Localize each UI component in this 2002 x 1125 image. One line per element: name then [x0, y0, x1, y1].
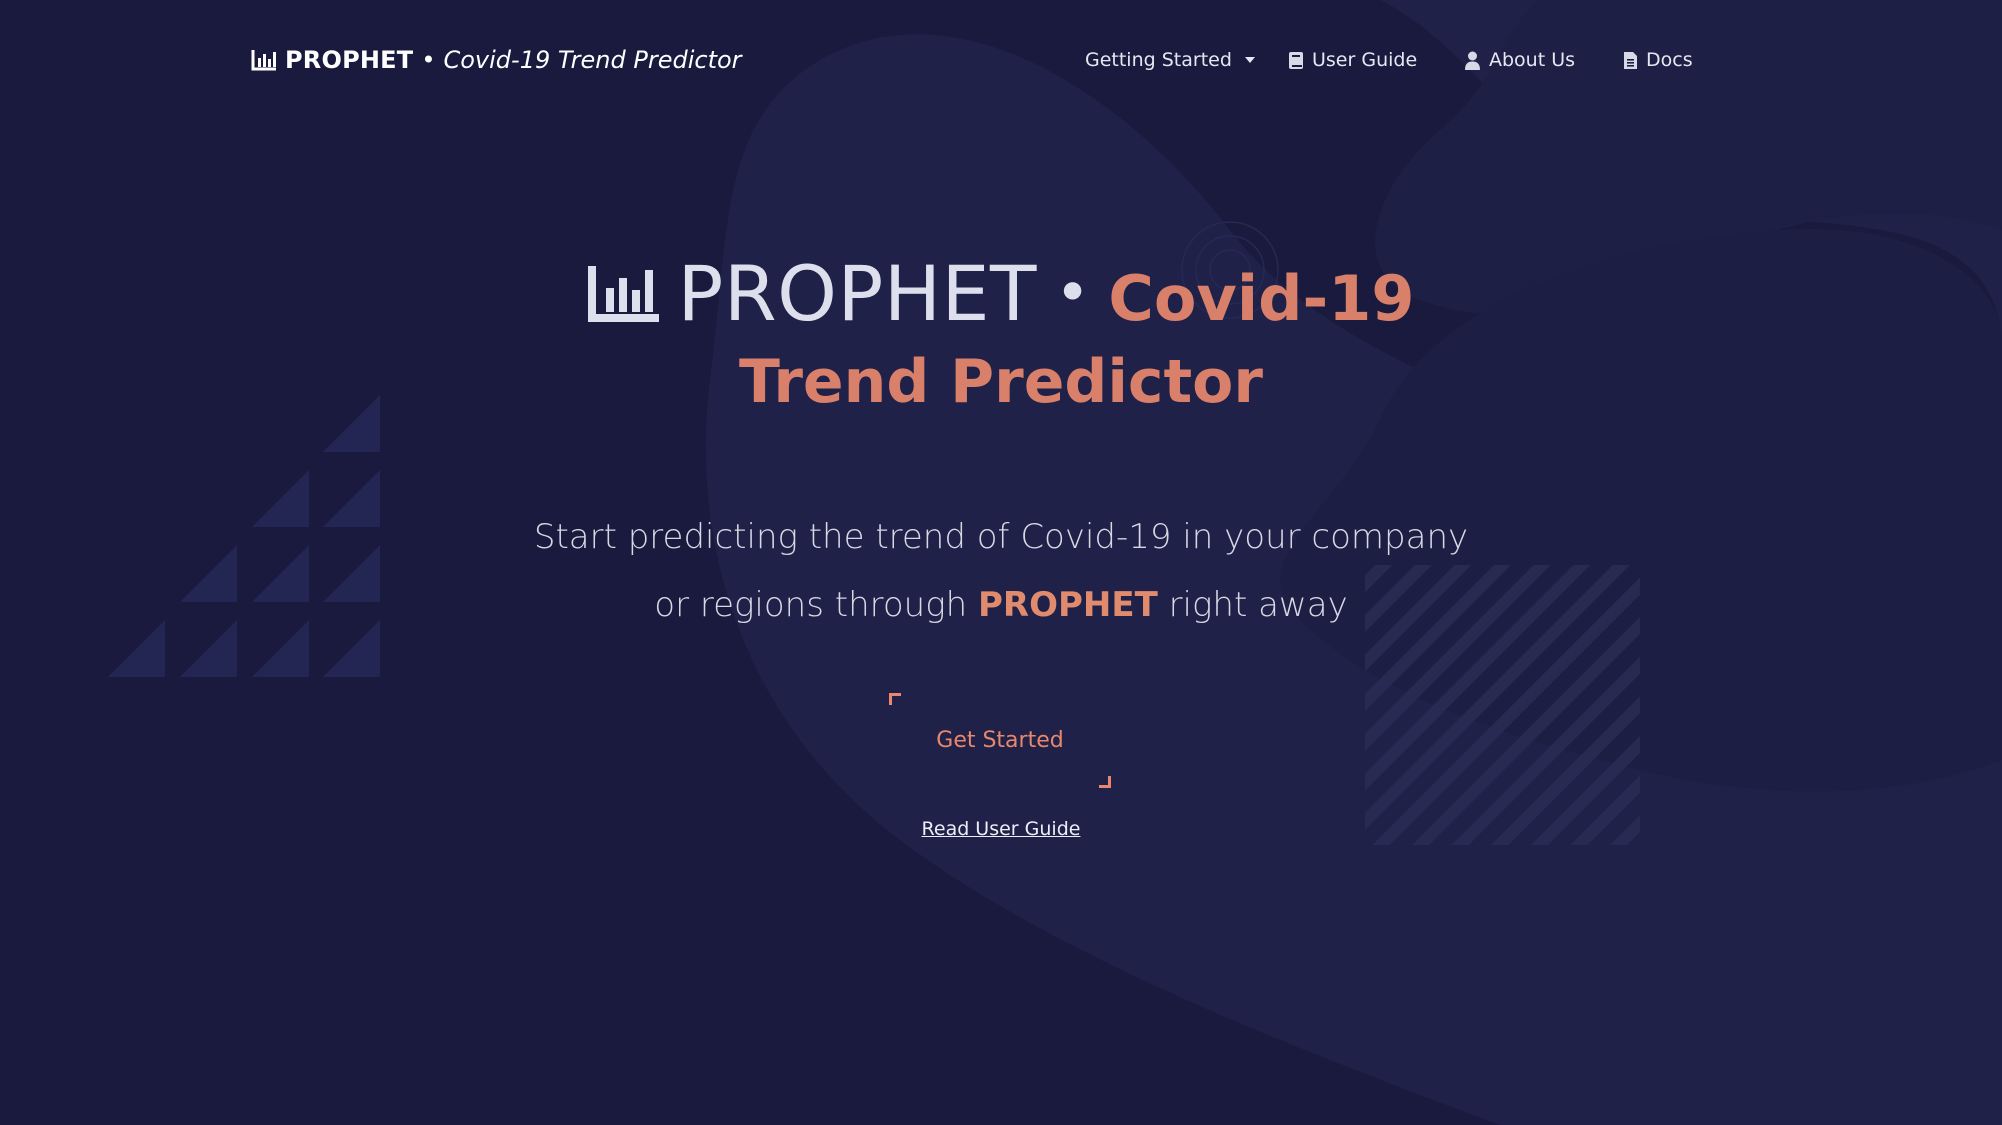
corner-bracket-top-left — [889, 693, 901, 705]
subtitle-line2-post: right away — [1168, 585, 1348, 625]
nav-user-guide-label: User Guide — [1312, 49, 1418, 71]
corner-bracket-bottom-right — [1099, 776, 1111, 788]
book-icon — [1289, 51, 1303, 69]
brand-name: PROPHET — [285, 46, 414, 74]
caret-down-icon — [1244, 57, 1255, 63]
hero-highlight-covid: Covid-19 — [1108, 261, 1415, 335]
subtitle-highlight: PROPHET — [977, 585, 1158, 625]
read-user-guide-link[interactable]: Read User Guide — [922, 818, 1081, 840]
nav-getting-started-label: Getting Started — [1085, 49, 1232, 71]
subtitle-line2-pre: or regions through — [654, 585, 968, 625]
nav-about-us-label: About Us — [1489, 49, 1576, 71]
get-started-label: Get Started — [936, 728, 1064, 753]
hero-separator: • — [1054, 258, 1091, 328]
nav-docs[interactable]: Docs — [1623, 40, 1693, 80]
read-user-guide-container: Read User Guide — [0, 818, 2002, 840]
nav-about-us[interactable]: About Us — [1464, 40, 1575, 80]
hero-brand: PROPHET — [677, 248, 1037, 338]
file-icon — [1624, 51, 1637, 69]
hero-title-line1: PROPHET • Covid-19 — [0, 248, 2002, 338]
brand-logo-link[interactable]: PROPHET • Covid-19 Trend Predictor — [251, 40, 742, 80]
subtitle-line2: or regions through PROPHET right away — [0, 571, 2002, 639]
hero-section: PROPHET • Covid-19 Trend Predictor Start… — [0, 0, 2002, 1125]
brand-separator: • — [421, 46, 436, 74]
chart-bar-icon — [587, 266, 659, 322]
hero-highlight-trend-predictor: Trend Predictor — [738, 347, 1263, 417]
nav-docs-label: Docs — [1646, 49, 1693, 71]
brand-tagline: Covid-19 Trend Predictor — [443, 46, 742, 74]
nav-getting-started[interactable]: Getting Started — [1085, 40, 1255, 80]
navbar: PROPHET • Covid-19 Trend Predictor Getti… — [0, 0, 2002, 120]
hero-subtitle: Start predicting the trend of Covid-19 i… — [0, 503, 2002, 639]
chart-bar-icon — [251, 50, 276, 71]
user-icon — [1465, 51, 1480, 70]
subtitle-line1: Start predicting the trend of Covid-19 i… — [533, 517, 1469, 557]
get-started-button[interactable]: Get Started — [889, 693, 1111, 788]
nav-user-guide[interactable]: User Guide — [1288, 40, 1417, 80]
